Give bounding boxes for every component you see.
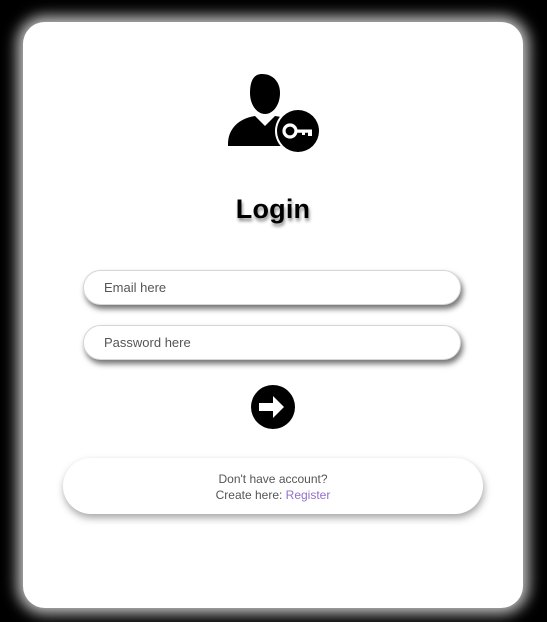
register-create-text: Create here: bbox=[215, 488, 283, 502]
register-link[interactable]: Register bbox=[286, 488, 331, 502]
register-prompt: Don't have account? bbox=[218, 472, 328, 486]
user-key-icon bbox=[228, 74, 320, 154]
register-line: Create here: Register bbox=[63, 487, 483, 503]
password-input[interactable] bbox=[83, 325, 461, 360]
submit-button[interactable] bbox=[251, 385, 295, 429]
arrow-right-circle-icon bbox=[251, 385, 295, 429]
register-panel: Don't have account? Create here: Registe… bbox=[63, 458, 483, 514]
login-card: Login Don't have account? Create here: R… bbox=[23, 22, 523, 608]
page-title: Login bbox=[235, 194, 311, 224]
email-input[interactable] bbox=[83, 270, 461, 305]
